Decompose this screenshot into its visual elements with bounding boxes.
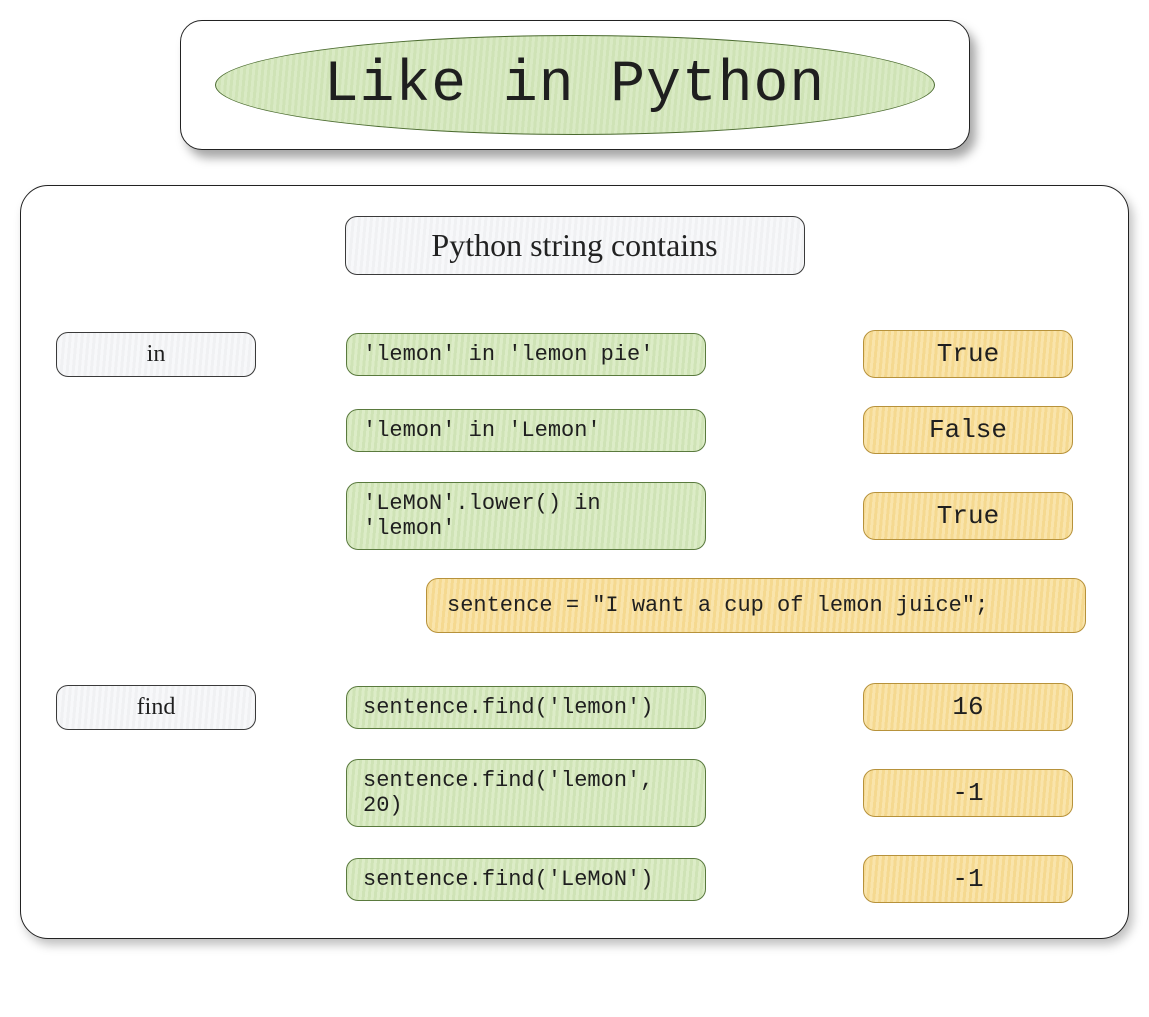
result-chip: 16 xyxy=(863,683,1073,731)
find-row-0: find sentence.find('lemon') 16 xyxy=(56,683,1093,731)
result-chip: True xyxy=(863,330,1073,378)
header-card: Like in Python xyxy=(180,20,970,150)
main-card: Python string contains in 'lemon' in 'le… xyxy=(20,185,1129,939)
in-row-1: 'lemon' in 'Lemon' False xyxy=(56,406,1093,454)
code-chip: 'lemon' in 'lemon pie' xyxy=(346,333,706,376)
subtitle: Python string contains xyxy=(345,216,805,275)
in-row-0: in 'lemon' in 'lemon pie' True xyxy=(56,330,1093,378)
result-chip: -1 xyxy=(863,769,1073,817)
page-title: Like in Python xyxy=(324,53,825,118)
sentence-chip: sentence = "I want a cup of lemon juice"… xyxy=(426,578,1086,633)
code-chip: 'lemon' in 'Lemon' xyxy=(346,409,706,452)
section-label-in: in xyxy=(56,332,256,377)
result-chip: False xyxy=(863,406,1073,454)
code-chip: 'LeMoN'.lower() in 'lemon' xyxy=(346,482,706,550)
result-chip: -1 xyxy=(863,855,1073,903)
section-label-find: find xyxy=(56,685,256,730)
sentence-row: sentence = "I want a cup of lemon juice"… xyxy=(426,578,1093,633)
code-chip: sentence.find('lemon', 20) xyxy=(346,759,706,827)
code-chip: sentence.find('lemon') xyxy=(346,686,706,729)
code-chip: sentence.find('LeMoN') xyxy=(346,858,706,901)
find-row-1: sentence.find('lemon', 20) -1 xyxy=(56,759,1093,827)
result-chip: True xyxy=(863,492,1073,540)
in-row-2: 'LeMoN'.lower() in 'lemon' True xyxy=(56,482,1093,550)
find-row-2: sentence.find('LeMoN') -1 xyxy=(56,855,1093,903)
